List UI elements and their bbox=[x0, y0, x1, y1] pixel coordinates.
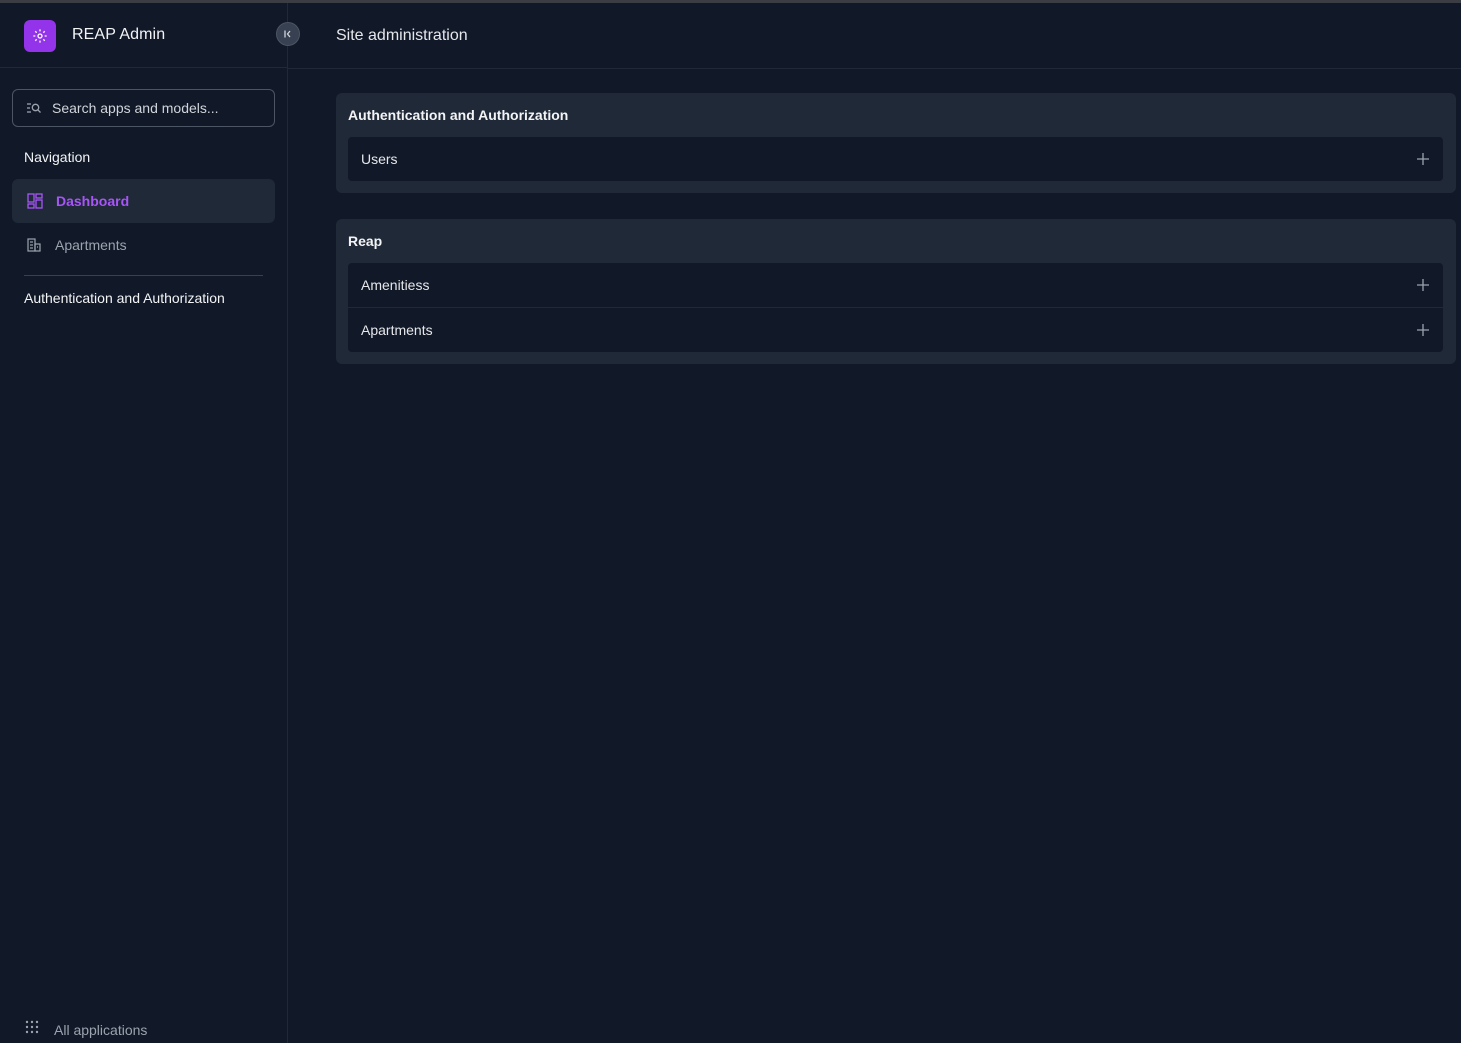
app-title[interactable]: REAP Admin bbox=[72, 26, 165, 44]
module-title[interactable]: Reap bbox=[348, 231, 1444, 251]
all-applications-label: All applications bbox=[54, 1021, 148, 1038]
sidebar-item-label: Dashboard bbox=[56, 193, 130, 209]
collapse-icon bbox=[284, 30, 291, 38]
add-icon[interactable] bbox=[1416, 278, 1430, 292]
grid-icon bbox=[24, 1019, 40, 1040]
page-header: Site administration bbox=[288, 3, 1461, 69]
model-row-users: Users bbox=[348, 137, 1443, 181]
sidebar-section-auth[interactable]: Authentication and Authorization bbox=[24, 290, 225, 306]
model-list: Users bbox=[348, 137, 1443, 181]
collapse-sidebar-button[interactable] bbox=[276, 22, 300, 46]
brand-header: REAP Admin bbox=[0, 3, 287, 68]
app-module-reap: Reap Amenitiess Apartments bbox=[336, 219, 1456, 364]
model-link[interactable]: Users bbox=[361, 151, 398, 167]
sidebar-item-dashboard[interactable]: Dashboard bbox=[12, 179, 275, 223]
app-module-auth: Authentication and Authorization Users bbox=[336, 93, 1456, 193]
search-box[interactable] bbox=[12, 89, 275, 127]
search-icon bbox=[27, 103, 41, 113]
search-input[interactable] bbox=[52, 100, 262, 116]
sidebar-item-label: Apartments bbox=[55, 237, 127, 253]
model-list: Amenitiess Apartments bbox=[348, 263, 1443, 352]
module-title[interactable]: Authentication and Authorization bbox=[348, 105, 1444, 125]
navigation-heading: Navigation bbox=[24, 149, 91, 165]
dashboard-icon bbox=[26, 192, 44, 210]
add-icon[interactable] bbox=[1416, 152, 1430, 166]
all-applications-link[interactable]: All applications bbox=[24, 1019, 147, 1040]
model-link[interactable]: Amenitiess bbox=[361, 277, 429, 293]
sidebar: REAP Admin Navigation Dashboard Apartmen… bbox=[0, 3, 288, 1043]
sidebar-item-apartments[interactable]: Apartments bbox=[12, 223, 275, 267]
model-link[interactable]: Apartments bbox=[361, 322, 433, 338]
model-row-amenitiess: Amenitiess bbox=[348, 263, 1443, 307]
page-title: Site administration bbox=[336, 27, 468, 44]
gear-icon[interactable] bbox=[24, 20, 56, 52]
sidebar-divider bbox=[24, 275, 263, 276]
add-icon[interactable] bbox=[1416, 323, 1430, 337]
model-row-apartments: Apartments bbox=[348, 307, 1443, 352]
building-icon bbox=[25, 236, 43, 254]
